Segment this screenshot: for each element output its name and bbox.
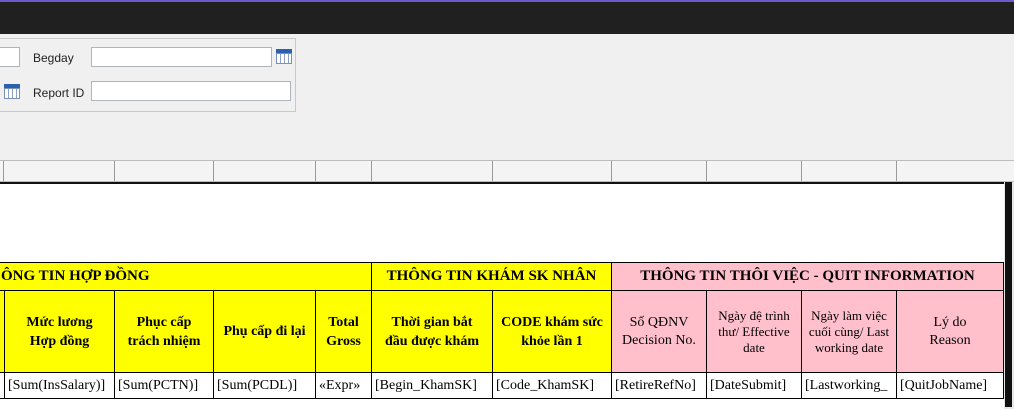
- column-header-reason[interactable]: Lý do Reason: [896, 290, 1004, 373]
- column-header-total-gross[interactable]: Total Gross: [315, 290, 372, 373]
- field-cell-pcdl[interactable]: [Sum(PCDL)]: [213, 372, 316, 399]
- column-header-code-khamsk[interactable]: CODE khám sức khỏe lần 1: [492, 290, 612, 373]
- column-header-effective-date[interactable]: Ngày đệ trình thư/ Effective date: [706, 290, 802, 373]
- field-cell-total-gross[interactable]: «Expr»: [315, 372, 372, 399]
- parameter-panel: Begday Report ID: [0, 34, 1014, 162]
- scrollbar-thumb[interactable]: [1005, 182, 1012, 407]
- column-header-pcdl[interactable]: Phụ cấp đi lại: [213, 290, 316, 373]
- reportid-input[interactable]: [91, 81, 291, 101]
- field-cell-begin-khamsk[interactable]: [Begin_KhamSK]: [371, 372, 493, 399]
- reportid-label: Report ID: [33, 86, 85, 100]
- field-cell-ins-salary[interactable]: [Sum(InsSalary)]: [4, 372, 115, 399]
- group-header-health-check[interactable]: THÔNG TIN KHÁM SK NHÂN: [371, 262, 612, 291]
- previous-field[interactable]: [0, 47, 20, 67]
- field-cell-last-working-date[interactable]: [Lastworking_: [801, 372, 897, 399]
- group-header-quit-info[interactable]: THÔNG TIN THÔI VIỆC - QUIT INFORMATION: [611, 262, 1004, 291]
- calendar-icon[interactable]: [276, 49, 292, 64]
- group-header-contract[interactable]: ÔNG TIN HỢP ĐỒNG: [0, 262, 372, 291]
- band-ruler: [0, 160, 1014, 182]
- column-header-last-working-date[interactable]: Ngày làm việc cuối cùng/ Last working da…: [801, 290, 897, 373]
- field-cell-reason[interactable]: [QuitJobName]: [896, 372, 1004, 399]
- column-header-ins-salary[interactable]: Mức lương Hợp đồng: [4, 290, 115, 373]
- field-cell-pctn[interactable]: [Sum(PCTN)]: [114, 372, 214, 399]
- begday-label: Begday: [33, 51, 74, 65]
- field-cell-decision-no[interactable]: [RetireRefNo]: [611, 372, 707, 399]
- band-separator: [0, 182, 1004, 184]
- window-titlebar: [0, 0, 1014, 34]
- column-header-decision-no[interactable]: Số QĐNV Decision No.: [611, 290, 707, 373]
- vertical-scrollbar[interactable]: [1004, 182, 1014, 409]
- field-cell-code-khamsk[interactable]: [Code_KhamSK]: [492, 372, 612, 399]
- column-header-begin-khamsk[interactable]: Thời gian bắt đầu được khám: [371, 290, 493, 373]
- field-cell-effective-date[interactable]: [DateSubmit]: [706, 372, 802, 399]
- titlebar-accent: [0, 0, 1014, 2]
- column-header-pctn[interactable]: Phục cấp trách nhiệm: [114, 290, 214, 373]
- begday-input[interactable]: [91, 47, 272, 67]
- calendar-icon[interactable]: [4, 84, 20, 99]
